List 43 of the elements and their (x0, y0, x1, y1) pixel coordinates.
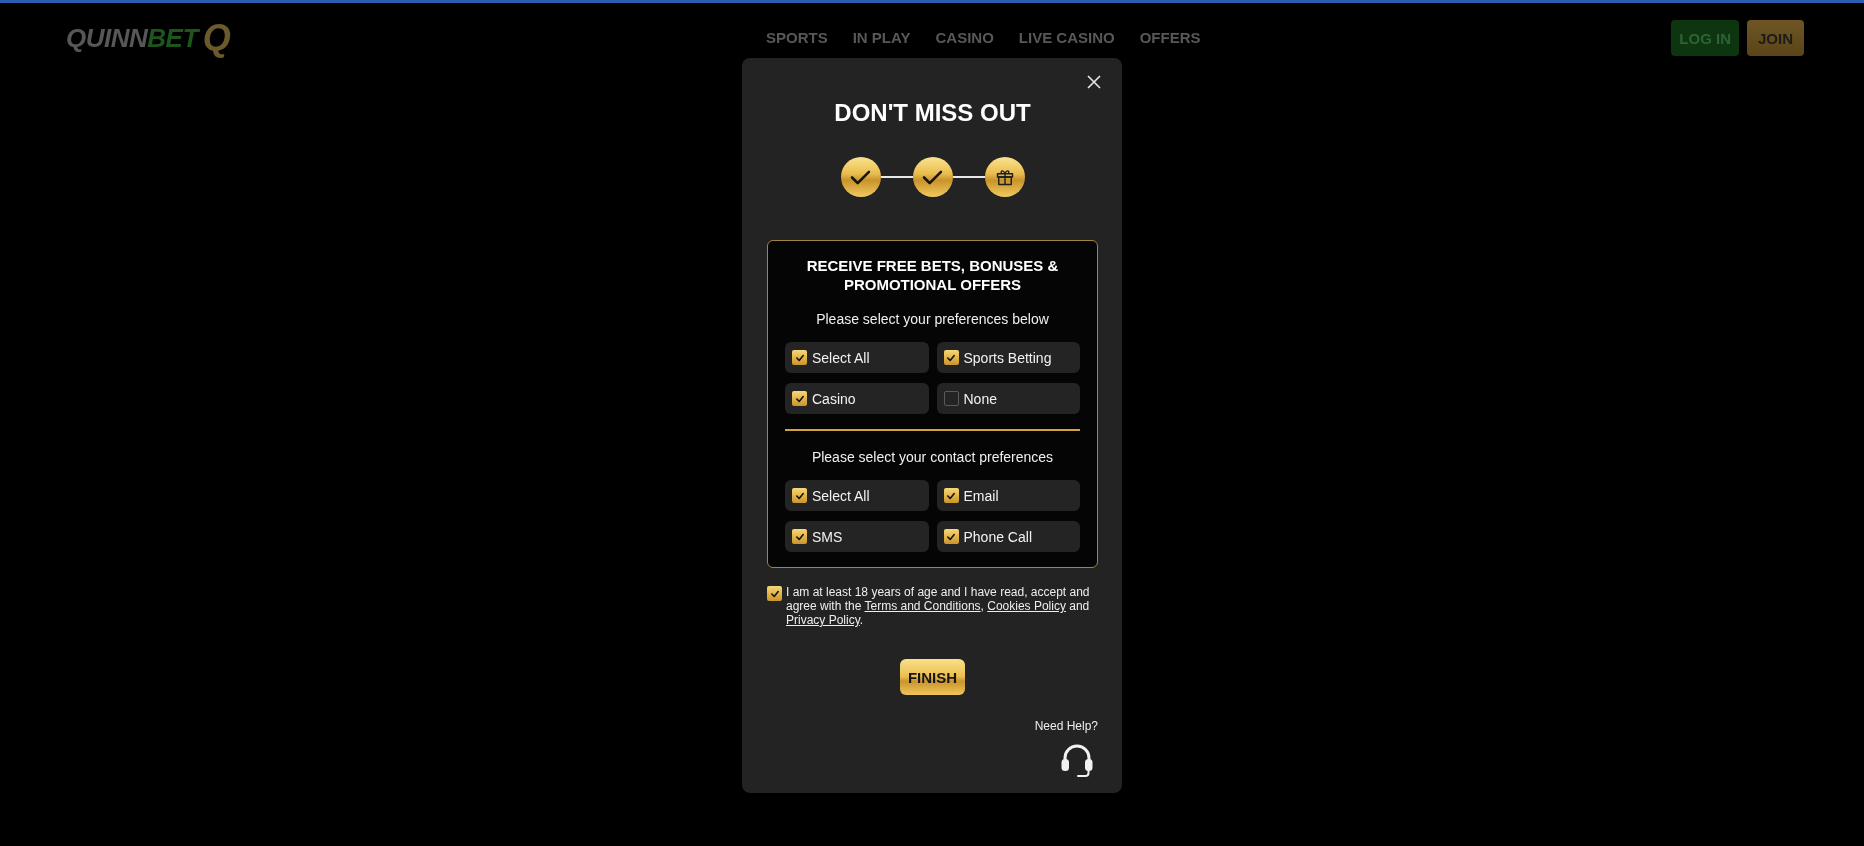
step-connector (880, 176, 913, 178)
preference-option[interactable]: Casino (785, 383, 929, 414)
checkmark-icon (794, 532, 805, 541)
checkbox[interactable] (943, 350, 959, 365)
help-label[interactable]: Need Help? (1034, 719, 1098, 733)
policy-link[interactable]: Privacy Policy (786, 613, 860, 627)
preference-option[interactable]: Phone Call (936, 521, 1080, 552)
headset-icon[interactable] (1060, 742, 1094, 778)
step-check-icon (912, 157, 953, 197)
section-prompt: Please select your contact preferences (810, 448, 1055, 466)
preference-option[interactable]: Email (936, 480, 1080, 511)
policy-link[interactable]: Cookies Policy (987, 599, 1066, 613)
finish-button[interactable]: FINISH (899, 659, 966, 695)
checkbox[interactable] (792, 391, 807, 406)
gift-icon (984, 157, 1025, 197)
consent-text: I am at least 18 years of age and I have read, accept and agree with the Terms and Conditions, Cookies Policy and Privacy Policy. (786, 585, 1091, 627)
checkbox[interactable] (792, 529, 807, 544)
step-connector (952, 176, 985, 178)
preference-option[interactable]: Sports Betting (936, 342, 1080, 373)
checkmark-icon (794, 353, 805, 362)
checkmark-icon (946, 532, 956, 541)
preference-option[interactable]: None (936, 383, 1080, 414)
checkbox[interactable] (767, 586, 782, 601)
preference-option[interactable]: Select All (785, 480, 929, 511)
modal-title: DON'T MISS OUT (833, 99, 1032, 127)
checkbox[interactable] (792, 350, 807, 365)
checkmark-icon (946, 353, 956, 362)
checkbox[interactable] (943, 529, 959, 544)
preference-option[interactable]: Select All (785, 342, 929, 373)
close-icon (1087, 75, 1101, 89)
preference-option[interactable]: SMS (785, 521, 929, 552)
checkmark-icon (769, 589, 780, 598)
checkmark-icon (794, 491, 805, 500)
checkmark-icon (794, 394, 805, 403)
policy-link[interactable]: Terms and Conditions (864, 599, 981, 613)
section-prompt: Please select your preferences below (815, 310, 1050, 328)
checkbox[interactable] (943, 391, 959, 406)
close-button[interactable] (1087, 75, 1101, 89)
step-check-icon (840, 157, 881, 197)
offers-heading: RECEIVE FREE BETS, BONUSES & PROMOTIONAL OFFERS (805, 256, 1060, 294)
checkbox[interactable] (792, 488, 807, 503)
checkmark-icon (946, 491, 956, 500)
checkbox[interactable] (943, 488, 959, 503)
